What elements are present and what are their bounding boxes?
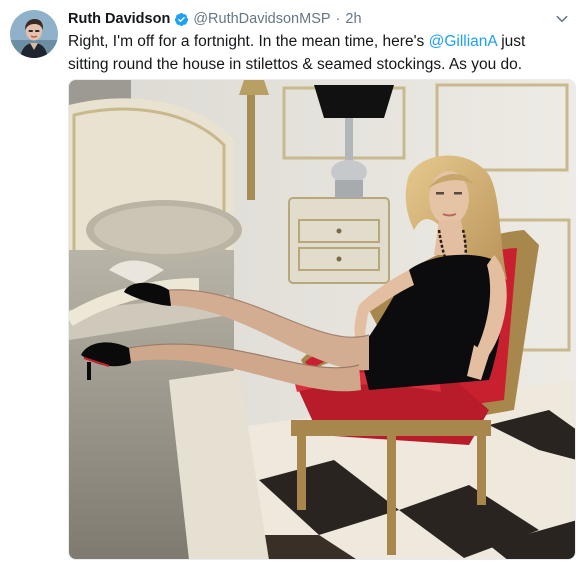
tweet-timestamp[interactable]: 2h [345,11,361,27]
tweet-photo[interactable] [68,79,576,560]
chevron-down-icon[interactable] [552,9,572,29]
tweet-header: Ruth Davidson @RuthDavidsonMSP · 2h [68,9,572,29]
avatar[interactable] [10,10,58,58]
tweet-text-part1: Right, I'm off for a fortnight. In the m… [68,33,429,50]
verified-badge-icon [174,12,189,27]
mention-link[interactable]: @GillianA [429,33,497,50]
avatar-image [10,10,58,58]
tweet-text: Right, I'm off for a fortnight. In the m… [68,30,568,76]
author-name[interactable]: Ruth Davidson [68,11,170,27]
header-separator: · [335,11,341,27]
photo-image [69,80,575,559]
author-handle[interactable]: @RuthDavidsonMSP [193,11,330,27]
tweet-card[interactable]: Ruth Davidson @RuthDavidsonMSP · 2h Righ… [0,0,582,567]
